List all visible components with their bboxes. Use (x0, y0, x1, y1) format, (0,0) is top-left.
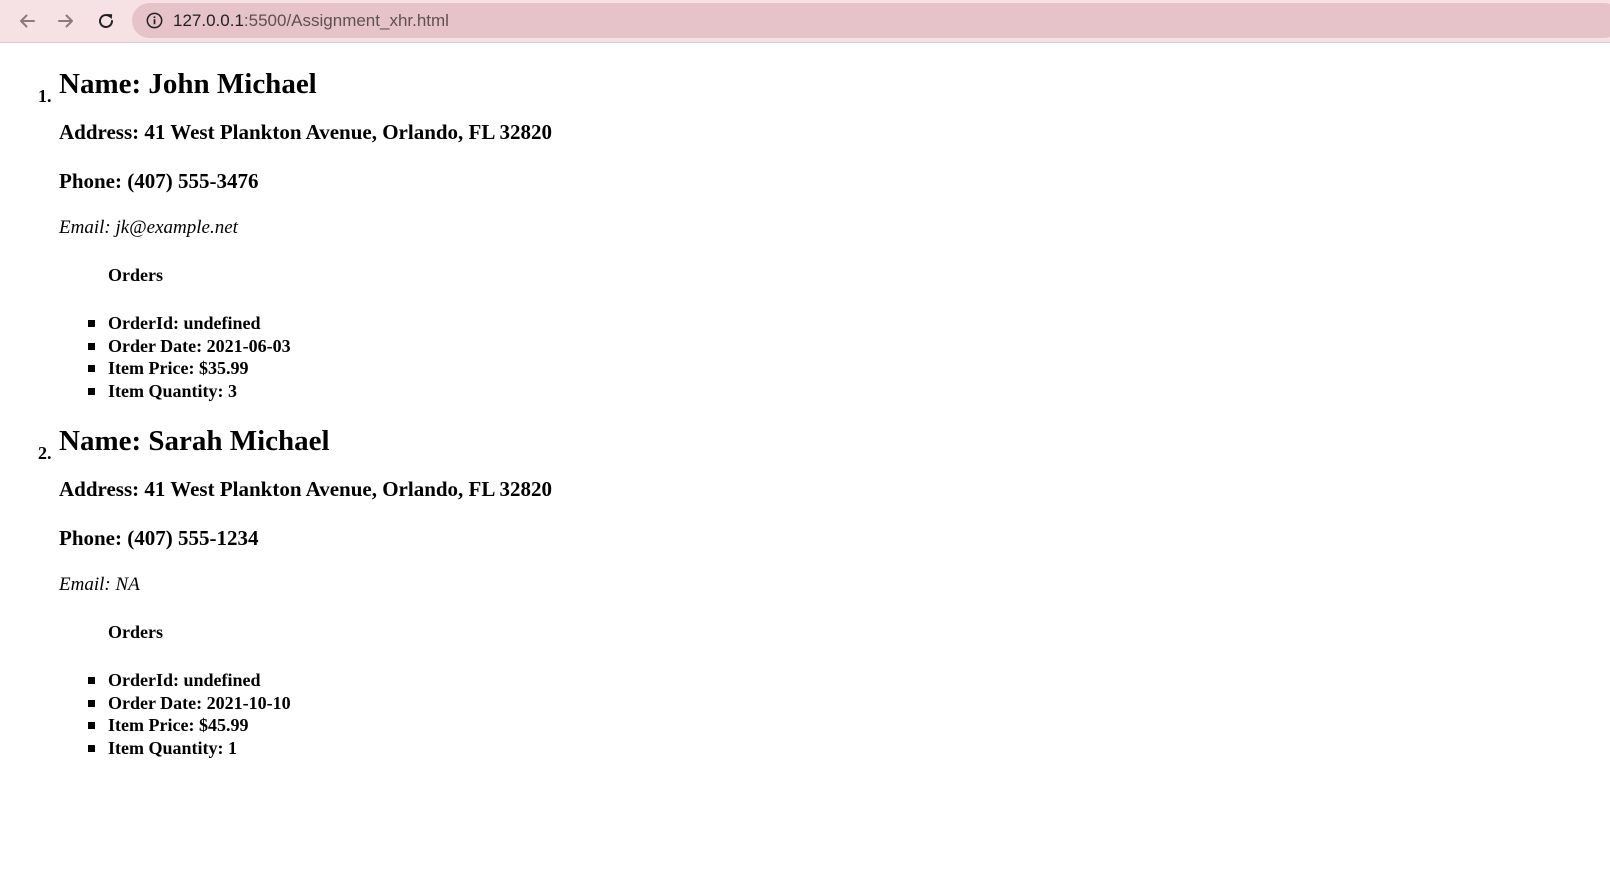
orders-heading: Orders (108, 265, 163, 285)
order-detail-text: OrderId: undefined (108, 670, 261, 690)
browser-toolbar: 127.0.0.1:5500/Assignment_xhr.html (0, 0, 1610, 43)
order-detail-text: OrderId: undefined (108, 313, 261, 333)
customer-list: 1. Name: John Michael Address: 41 West P… (0, 43, 1610, 759)
square-bullet (88, 320, 95, 327)
reload-icon (99, 14, 113, 28)
customer-name-text: Name: John Michael (59, 68, 317, 100)
order-detail: Order Date: 2021-10-10 (59, 692, 1610, 715)
square-bullet (88, 744, 95, 752)
order-detail: Item Price: $35.99 (59, 357, 1610, 380)
customer-email: Email: NA (59, 574, 140, 595)
order-detail: OrderId: undefined (59, 669, 1610, 692)
square-bullet (88, 342, 95, 350)
customer-item: 2. Name: Sarah Michael Address: 41 West … (0, 402, 1610, 759)
order-list: OrderId: undefined Order Date: 2021-06-0… (59, 286, 1610, 402)
url-text[interactable]: 127.0.0.1:5500/Assignment_xhr.html (173, 11, 449, 30)
square-bullet (88, 677, 95, 684)
reload-button[interactable] (91, 6, 121, 36)
order-detail-text: Item Quantity: 1 (108, 737, 237, 758)
back-arrow-icon (20, 14, 35, 28)
customer-address: Address: 41 West Plankton Avenue, Orland… (59, 477, 552, 501)
customer-name: 1. Name: John Michael (38, 43, 1610, 106)
customer-phone: Phone: (407) 555-1234 (59, 526, 259, 550)
customer-address: Address: 41 West Plankton Avenue, Orland… (59, 120, 552, 144)
order-list: OrderId: undefined Order Date: 2021-10-1… (59, 643, 1610, 759)
url-host: 127.0.0.1 (173, 11, 244, 30)
square-bullet (88, 722, 95, 729)
page-content: 1. Name: John Michael Address: 41 West P… (0, 43, 1610, 872)
address-bar[interactable]: 127.0.0.1:5500/Assignment_xhr.html (132, 3, 1610, 38)
forward-button[interactable] (51, 6, 81, 36)
order-detail: Item Price: $45.99 (59, 714, 1610, 737)
back-button[interactable] (12, 6, 42, 36)
forward-arrow-icon (58, 14, 73, 28)
order-detail-text: Item Quantity: 3 (108, 380, 237, 401)
order-detail-text: Item Price: $45.99 (108, 715, 249, 735)
order-detail-text: Order Date: 2021-06-03 (108, 335, 291, 356)
customer-phone: Phone: (407) 555-3476 (59, 169, 259, 193)
orders-heading: Orders (108, 622, 163, 642)
square-bullet (88, 365, 95, 372)
order-detail-text: Order Date: 2021-10-10 (108, 692, 291, 713)
square-bullet (88, 387, 95, 395)
order-detail: Item Quantity: 1 (59, 737, 1610, 760)
customer-name-text: Name: Sarah Michael (59, 425, 330, 457)
square-bullet (88, 699, 95, 707)
order-detail: Order Date: 2021-06-03 (59, 335, 1610, 358)
customer-item: 1. Name: John Michael Address: 41 West P… (0, 43, 1610, 402)
order-detail: OrderId: undefined (59, 312, 1610, 335)
list-number: 1. (38, 86, 52, 106)
customer-name: 2. Name: Sarah Michael (38, 402, 1610, 463)
order-detail: Item Quantity: 3 (59, 380, 1610, 403)
info-icon[interactable] (146, 12, 163, 29)
list-number: 2. (38, 443, 52, 463)
url-path: :5500/Assignment_xhr.html (243, 11, 449, 30)
customer-email: Email: jk@example.net (59, 217, 238, 238)
order-detail-text: Item Price: $35.99 (108, 358, 249, 378)
